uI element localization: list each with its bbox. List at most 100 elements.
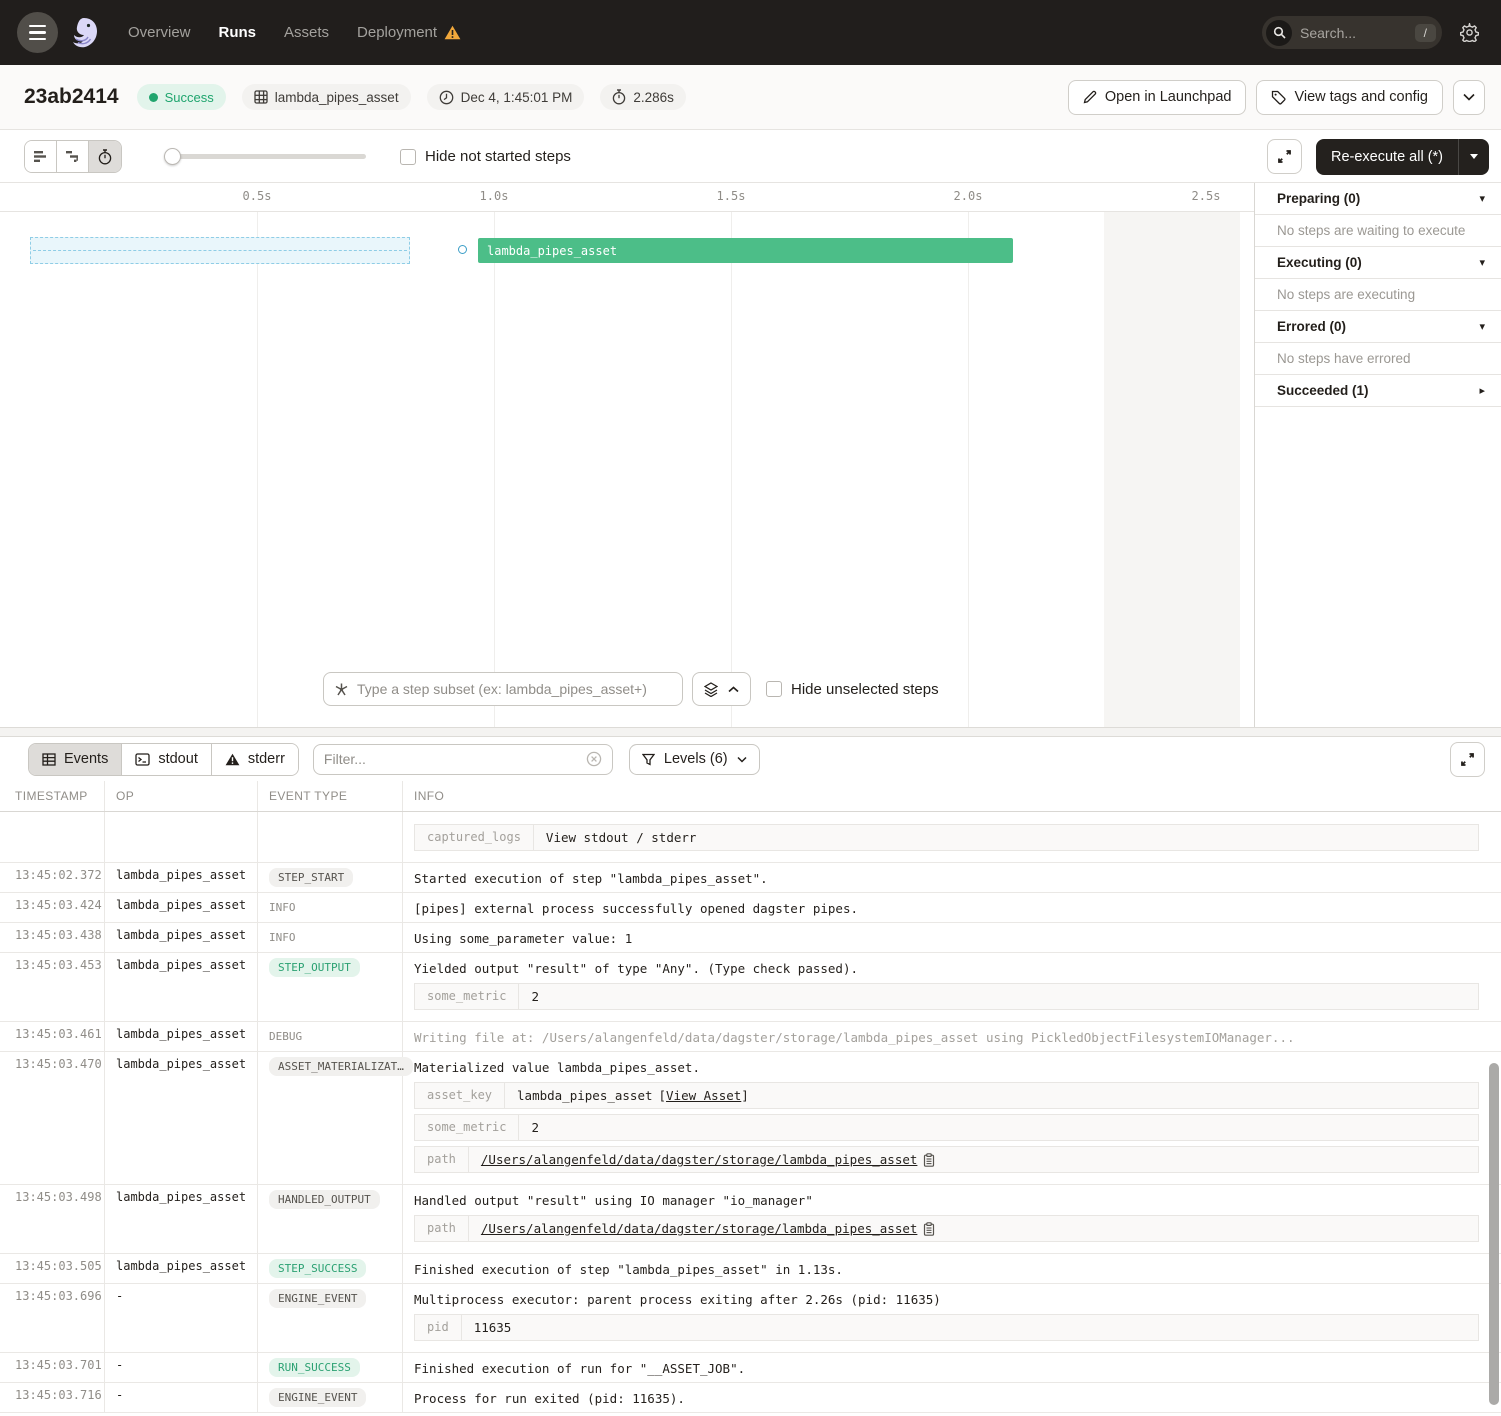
expand-logs-button[interactable] bbox=[1450, 742, 1485, 777]
pencil-icon bbox=[1083, 90, 1097, 104]
log-table-row[interactable]: 13:45:03.424 lambda_pipes_asset INFO [pi… bbox=[0, 893, 1501, 923]
log-metadata: pid11635 bbox=[414, 1314, 1493, 1341]
waterfall-view-button[interactable] bbox=[57, 141, 89, 172]
graph-query-toggle-button[interactable] bbox=[692, 672, 751, 706]
hide-not-started-checkbox[interactable] bbox=[400, 149, 416, 165]
log-table-row[interactable]: 13:45:03.696 - ENGINE_EVENT Multiprocess… bbox=[0, 1284, 1501, 1353]
hide-unselected-checkbox[interactable] bbox=[766, 681, 782, 697]
run-more-actions-button[interactable] bbox=[1453, 80, 1485, 115]
step-waiting-region bbox=[30, 237, 410, 264]
step-subset-input[interactable] bbox=[357, 681, 672, 697]
metadata-key: some_metric bbox=[415, 984, 519, 1009]
log-table-row[interactable]: 13:45:03.498 lambda_pipes_asset HANDLED_… bbox=[0, 1185, 1501, 1254]
status-section-header[interactable]: Errored (0) ▾ bbox=[1255, 311, 1501, 343]
levels-filter-button[interactable]: Levels (6) bbox=[629, 744, 760, 775]
log-op: lambda_pipes_asset bbox=[105, 1052, 258, 1184]
log-info-text: Multiprocess executor: parent process ex… bbox=[414, 1289, 1493, 1307]
nav-item-assets[interactable]: Assets bbox=[284, 24, 329, 41]
nav-item-overview[interactable]: Overview bbox=[128, 24, 191, 41]
log-table-row[interactable]: 13:45:03.701 - RUN_SUCCESS Finished exec… bbox=[0, 1353, 1501, 1383]
log-table-row[interactable]: 13:45:03.470 lambda_pipes_asset ASSET_MA… bbox=[0, 1052, 1501, 1185]
status-section: Errored (0) ▾ No steps have errored bbox=[1255, 311, 1501, 375]
log-info-text: Yielded output "result" of type "Any". (… bbox=[414, 958, 1493, 976]
log-filter-box[interactable] bbox=[313, 744, 613, 775]
status-section-header[interactable]: Executing (0) ▾ bbox=[1255, 247, 1501, 279]
status-section: Succeeded (1) ▸ bbox=[1255, 375, 1501, 407]
log-table-row[interactable]: 13:45:02.372 lambda_pipes_asset STEP_STA… bbox=[0, 863, 1501, 893]
open-in-launchpad-button[interactable]: Open in Launchpad bbox=[1068, 80, 1247, 115]
timeline-tick-label: 2.0s bbox=[938, 189, 998, 203]
log-col-op: OP bbox=[105, 781, 258, 811]
levels-filter-label: Levels (6) bbox=[664, 751, 728, 767]
expand-gantt-button[interactable] bbox=[1267, 139, 1302, 174]
log-table-row[interactable]: 13:45:03.461 lambda_pipes_asset DEBUG Wr… bbox=[0, 1022, 1501, 1052]
view-tags-config-button[interactable]: View tags and config bbox=[1256, 80, 1443, 115]
timeline-tick-label: 1.5s bbox=[701, 189, 761, 203]
log-timestamp: 13:45:03.461 bbox=[0, 1022, 105, 1051]
panel-splitter[interactable] bbox=[0, 727, 1501, 737]
log-event-type: STEP_OUTPUT bbox=[258, 953, 403, 1021]
log-info: Yielded output "result" of type "Any". (… bbox=[403, 953, 1501, 1021]
nav-item-label: Overview bbox=[128, 24, 191, 41]
global-search[interactable]: / bbox=[1262, 16, 1442, 49]
clear-filter-icon[interactable] bbox=[586, 751, 602, 767]
log-tab-events[interactable]: Events bbox=[29, 744, 122, 775]
hamburger-menu-button[interactable] bbox=[17, 12, 58, 53]
reexecute-all-button[interactable]: Re-execute all (*) bbox=[1316, 139, 1458, 175]
clipboard-icon[interactable] bbox=[923, 1222, 935, 1236]
log-timestamp: 13:45:03.696 bbox=[0, 1284, 105, 1352]
log-timestamp: 13:45:03.498 bbox=[0, 1185, 105, 1253]
search-input[interactable] bbox=[1292, 25, 1415, 41]
log-tab-stdout[interactable]: stdout bbox=[122, 744, 212, 775]
step-subset-inputbox[interactable] bbox=[323, 672, 683, 706]
log-event-type: ASSET_MATERIALIZAT… bbox=[258, 1052, 403, 1184]
gantt-step-bar[interactable]: lambda_pipes_asset bbox=[478, 238, 1013, 263]
metadata-path-link[interactable]: /Users/alangenfeld/data/dagster/storage/… bbox=[481, 1152, 918, 1167]
zoom-slider-handle[interactable] bbox=[164, 148, 181, 165]
flat-view-button[interactable] bbox=[25, 141, 57, 172]
log-table-row[interactable]: 13:45:03.505 lambda_pipes_asset STEP_SUC… bbox=[0, 1254, 1501, 1284]
metadata-entry: some_metric2 bbox=[414, 1114, 1479, 1141]
clipboard-icon[interactable] bbox=[923, 1153, 935, 1167]
timed-view-button[interactable] bbox=[89, 141, 121, 172]
log-info: Handled output "result" using IO manager… bbox=[403, 1185, 1501, 1253]
log-info: Using some_parameter value: 1 bbox=[403, 923, 1501, 952]
metadata-path-link[interactable]: /Users/alangenfeld/data/dagster/storage/… bbox=[481, 1221, 918, 1236]
grid-icon bbox=[254, 90, 268, 104]
log-table-row[interactable]: 13:45:03.453 lambda_pipes_asset STEP_OUT… bbox=[0, 953, 1501, 1022]
step-graph-icon bbox=[334, 682, 349, 697]
dagster-logo[interactable] bbox=[64, 13, 104, 53]
log-tab-stderr[interactable]: stderr bbox=[212, 744, 298, 775]
log-table-row[interactable]: 13:45:03.438 lambda_pipes_asset INFO Usi… bbox=[0, 923, 1501, 953]
log-table: TIMESTAMPOPEVENT TYPEINFO captured_logsV… bbox=[0, 781, 1501, 1416]
log-table-row[interactable]: captured_logsView stdout / stderr bbox=[0, 812, 1501, 863]
step-status-panel: Preparing (0) ▾ No steps are waiting to … bbox=[1254, 183, 1501, 727]
reexecute-options-button[interactable] bbox=[1458, 139, 1489, 175]
log-metadata: some_metric2 bbox=[414, 983, 1493, 1010]
view-asset-link[interactable]: View Asset bbox=[666, 1088, 741, 1103]
timeline-tick-label: 2.5s bbox=[1176, 189, 1236, 203]
log-table-row[interactable]: 13:45:03.716 - ENGINE_EVENT Process for … bbox=[0, 1383, 1501, 1413]
status-section-header[interactable]: Preparing (0) ▾ bbox=[1255, 183, 1501, 215]
section-caret-icon: ▾ bbox=[1479, 320, 1485, 333]
log-col-event-type: EVENT TYPE bbox=[258, 781, 403, 811]
nav-item-deployment[interactable]: Deployment bbox=[357, 24, 461, 41]
gear-icon[interactable] bbox=[1460, 23, 1479, 42]
log-event-type: STEP_SUCCESS bbox=[258, 1254, 403, 1283]
log-filter-input[interactable] bbox=[324, 751, 586, 767]
log-info-text: Writing file at: /Users/alangenfeld/data… bbox=[414, 1027, 1493, 1045]
run-header-actions: Open in Launchpad View tags and config bbox=[1068, 80, 1485, 115]
asset-tag-chip[interactable]: lambda_pipes_asset bbox=[242, 84, 411, 110]
log-event-type: RUN_SUCCESS bbox=[258, 1353, 403, 1382]
section-caret-icon: ▸ bbox=[1479, 384, 1485, 397]
hide-not-started-toggle[interactable]: Hide not started steps bbox=[400, 148, 571, 165]
zoom-slider[interactable] bbox=[166, 154, 366, 159]
hide-unselected-toggle[interactable]: Hide unselected steps bbox=[766, 681, 939, 698]
nav-item-runs[interactable]: Runs bbox=[219, 24, 257, 41]
log-timestamp: 13:45:03.701 bbox=[0, 1353, 105, 1382]
metadata-value: View stdout / stderr bbox=[534, 825, 709, 850]
log-info: [pipes] external process successfully op… bbox=[403, 893, 1501, 922]
status-section-header[interactable]: Succeeded (1) ▸ bbox=[1255, 375, 1501, 407]
log-scrollbar-thumb[interactable] bbox=[1489, 1063, 1499, 1405]
status-section-title: Errored (0) bbox=[1277, 319, 1346, 334]
